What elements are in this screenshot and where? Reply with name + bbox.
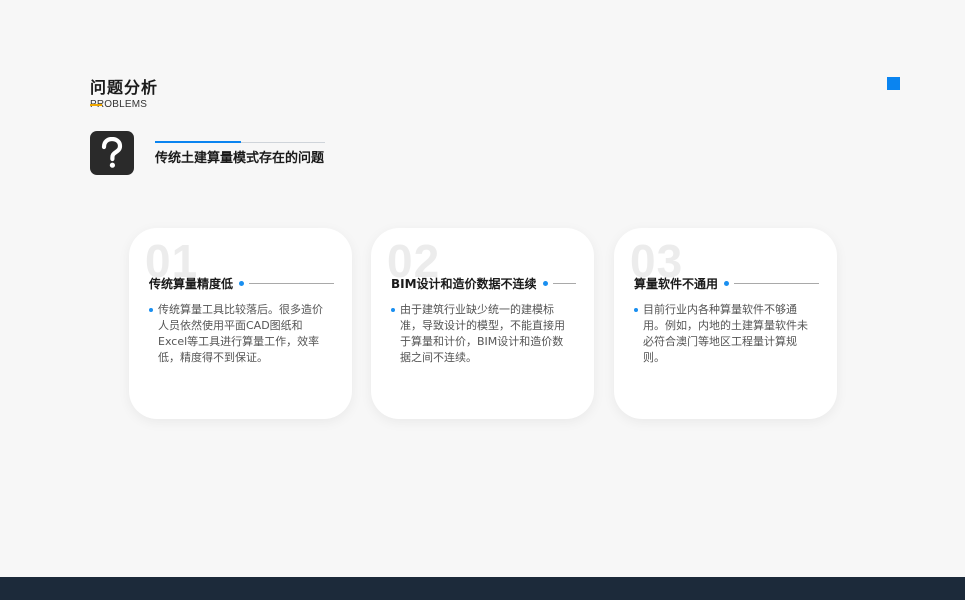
subtitle-underline [90,104,102,106]
title-dot [239,281,245,286]
bullet-dot [391,308,395,312]
problem-card-2: 02 BIM设计和造价数据不连续 由于建筑行业缺少统一的建模标准，导致设计的模型… [371,228,594,419]
footer-bar [0,577,965,600]
card-title: BIM设计和造价数据不连续 [391,277,537,291]
title-rule [734,283,819,284]
card-title-row: 传统算量精度低 [149,275,334,292]
card-body: 由于建筑行业缺少统一的建模标准，导致设计的模型，不能直接用于算量和计价，BIM设… [391,302,572,366]
section-heading-text: 传统土建算量模式存在的问题 [155,151,325,166]
title-dot [542,281,548,286]
card-title-row: 算量软件不通用 [634,275,819,292]
accent-square [887,77,900,90]
title-rule [249,283,334,284]
card-title: 传统算量精度低 [149,277,234,291]
card-body: 传统算量工具比较落后。很多造价人员依然使用平面CAD图纸和Excel等工具进行算… [149,302,330,366]
problem-card-3: 03 算量软件不通用 目前行业内各种算量软件不够通用。例如，内地的土建算量软件未… [614,228,837,419]
bullet-dot [634,308,638,312]
bullet-dot [149,308,153,312]
card-text: 由于建筑行业缺少统一的建模标准，导致设计的模型，不能直接用于算量和计价，BIM设… [400,303,565,364]
card-text: 传统算量工具比较落后。很多造价人员依然使用平面CAD图纸和Excel等工具进行算… [158,303,323,364]
page-subtitle: PROBLEMS [90,99,158,110]
title-dot [724,281,730,286]
title-rule [552,283,576,284]
card-body: 目前行业内各种算量软件不够通用。例如，内地的土建算量软件未必符合澳门等地区工程量… [634,302,815,366]
problem-card-1: 01 传统算量精度低 传统算量工具比较落后。很多造价人员依然使用平面CAD图纸和… [129,228,352,419]
page-title: 问题分析 [90,78,159,97]
card-title-row: BIM设计和造价数据不连续 [391,275,576,292]
card-text: 目前行业内各种算量软件不够通用。例如，内地的土建算量软件未必符合澳门等地区工程量… [643,303,808,364]
page-title-block: 问题分析 PROBLEMS [90,78,158,110]
heading-rule-accent [155,141,241,143]
question-mark-icon [90,131,134,175]
card-title: 算量软件不通用 [634,277,719,291]
